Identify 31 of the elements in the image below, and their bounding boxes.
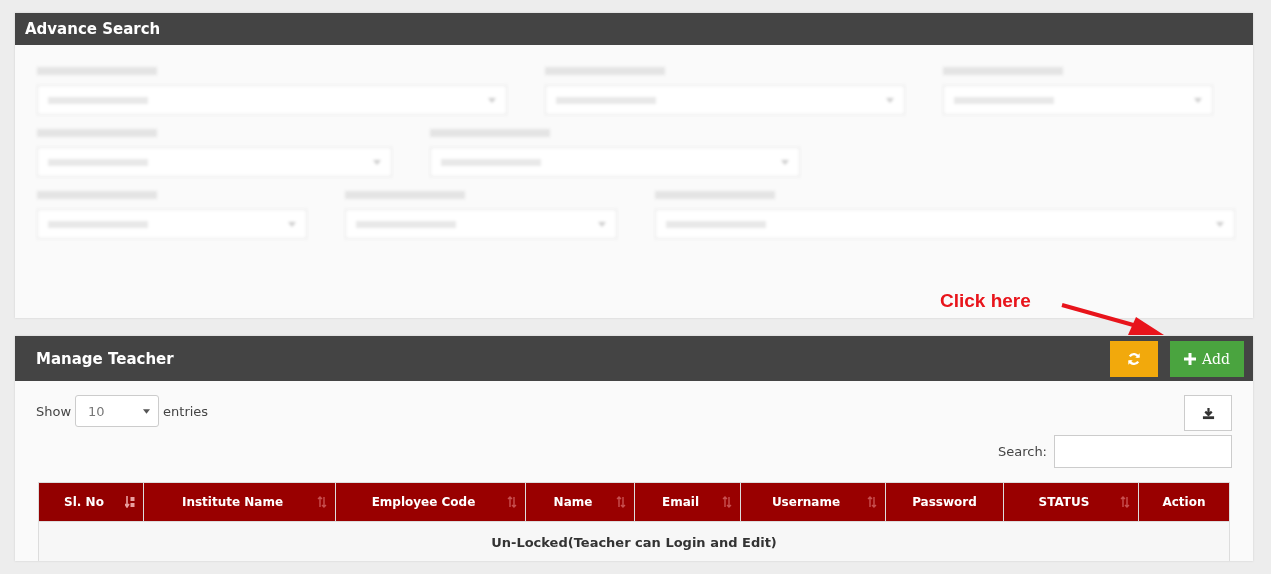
show-label: Show bbox=[36, 403, 72, 419]
sort-ascending-icon bbox=[125, 496, 135, 508]
sort-icon bbox=[722, 496, 732, 508]
annotation-text: Click here bbox=[940, 290, 1031, 311]
column-header[interactable]: Name bbox=[525, 482, 635, 522]
column-header[interactable]: Employee Code bbox=[335, 482, 526, 522]
column-header[interactable]: Institute Name bbox=[143, 482, 336, 522]
group-row-label: Un-Locked(Teacher can Login and Edit) bbox=[38, 521, 1230, 561]
sort-icon bbox=[317, 496, 327, 508]
panel-title: Advance Search bbox=[25, 20, 161, 38]
refresh-button[interactable] bbox=[1109, 340, 1158, 377]
column-header[interactable]: Sl. No bbox=[38, 482, 144, 522]
search-label: Search: bbox=[997, 444, 1047, 459]
entries-dropdown[interactable]: 10 bbox=[75, 395, 160, 427]
column-header[interactable]: Action bbox=[1138, 482, 1230, 522]
panel-title: Manage Teacher bbox=[36, 349, 174, 368]
sort-icon bbox=[867, 496, 877, 508]
download-icon bbox=[1201, 406, 1215, 420]
sort-icon bbox=[507, 496, 517, 508]
sort-icon bbox=[1120, 496, 1130, 508]
sort-icon bbox=[616, 496, 626, 508]
download-button[interactable] bbox=[1184, 395, 1232, 431]
column-header[interactable]: Username bbox=[740, 482, 886, 522]
plus-icon bbox=[1183, 352, 1196, 365]
search-field[interactable] bbox=[1054, 435, 1232, 468]
column-header[interactable]: Password bbox=[885, 482, 1004, 522]
column-header[interactable]: Email bbox=[634, 482, 741, 522]
caret-icon bbox=[143, 408, 151, 414]
column-header[interactable]: STATUS bbox=[1003, 482, 1139, 522]
entries-label: entries bbox=[163, 403, 209, 419]
refresh-icon bbox=[1126, 351, 1141, 366]
